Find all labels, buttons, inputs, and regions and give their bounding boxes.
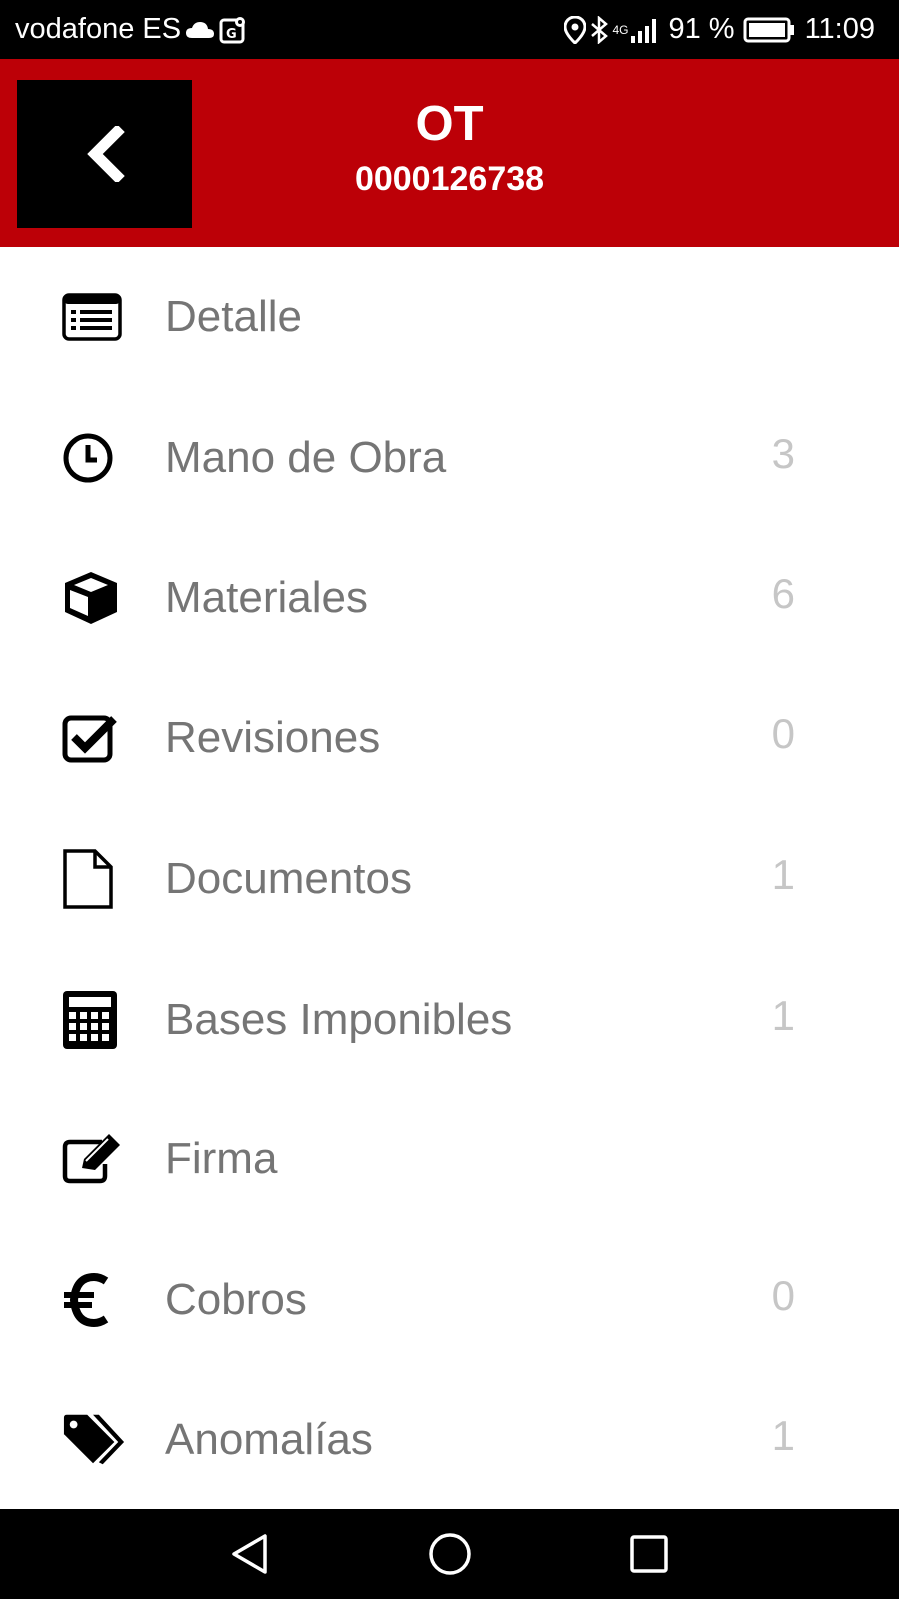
nav-back-button[interactable] — [205, 1509, 295, 1599]
document-icon — [62, 849, 126, 909]
menu-item-label: Detalle — [165, 292, 302, 341]
menu-item-count: 6 — [771, 570, 795, 617]
menu-item-count: 1 — [771, 851, 795, 898]
menu-item-mano-de-obra[interactable]: Mano de Obra 3 — [0, 388, 899, 528]
menu-item-detalle[interactable]: Detalle — [0, 247, 899, 387]
checkbox-icon — [62, 710, 126, 766]
location-icon — [564, 15, 587, 44]
menu-item-label: Documentos — [165, 854, 413, 903]
menu-item-cobros[interactable]: Cobros 0 — [0, 1230, 899, 1370]
order-number: 0000126738 — [354, 160, 545, 198]
nav-recents-button[interactable] — [604, 1509, 694, 1599]
back-nav-icon — [232, 1534, 267, 1574]
euro-icon — [62, 1272, 126, 1328]
calculator-icon — [62, 991, 126, 1049]
menu-item-count: 0 — [771, 1272, 795, 1319]
battery-icon — [743, 17, 794, 42]
menu-item-label: Cobros — [165, 1275, 307, 1324]
cloud-icon — [186, 21, 215, 38]
battery-percent: 91 % — [668, 13, 735, 45]
tags-icon — [62, 1412, 126, 1468]
status-left: vodafone ES G — [15, 0, 247, 59]
svg-text:G: G — [226, 27, 237, 42]
menu-item-label: Bases Imponibles — [165, 995, 513, 1044]
menu-item-revisiones[interactable]: Revisiones 0 — [0, 668, 899, 808]
menu-item-count: 1 — [771, 992, 795, 1039]
menu-item-materiales[interactable]: Materiales 6 — [0, 528, 899, 668]
clock: 11:09 — [804, 13, 875, 45]
network-label: 4G — [612, 22, 629, 37]
menu-item-count: 0 — [771, 710, 795, 757]
cube-icon — [62, 570, 126, 626]
edit-icon — [62, 1131, 126, 1187]
menu-item-label: Revisiones — [165, 713, 381, 762]
list-card-icon — [62, 289, 126, 345]
menu-item-count: 1 — [771, 1412, 795, 1459]
menu-item-firma[interactable]: Firma — [0, 1089, 899, 1229]
page-title: OT — [415, 97, 484, 151]
menu-item-label: Firma — [165, 1134, 278, 1183]
menu-item-label: Mano de Obra — [165, 433, 447, 482]
menu-list: Detalle Mano de Obra 3 Materiales 6 Revi… — [0, 247, 899, 1509]
map-icon: G — [219, 16, 246, 43]
menu-item-label: Materiales — [165, 573, 368, 622]
carrier-name: vodafone ES — [15, 13, 182, 45]
menu-item-bases-imponibles[interactable]: Bases Imponibles 1 — [0, 950, 899, 1090]
menu-item-count: 3 — [771, 430, 795, 477]
status-bar: vodafone ES G 4G 91 % 11:09 — [0, 0, 899, 59]
bluetooth-icon — [591, 15, 609, 44]
recents-nav-icon — [630, 1535, 668, 1573]
menu-item-documentos[interactable]: Documentos 1 — [0, 809, 899, 949]
signal-icon — [631, 18, 657, 43]
menu-item-anomalias[interactable]: Anomalías 1 — [0, 1370, 899, 1509]
system-nav-bar — [0, 1509, 899, 1599]
menu-item-label: Anomalías — [165, 1415, 373, 1464]
app-header: OT 0000126738 — [0, 59, 899, 247]
clock-icon — [62, 430, 126, 486]
home-nav-icon — [429, 1533, 471, 1575]
nav-home-button[interactable] — [405, 1509, 495, 1599]
status-right: 4G 91 % 11:09 — [564, 0, 875, 59]
